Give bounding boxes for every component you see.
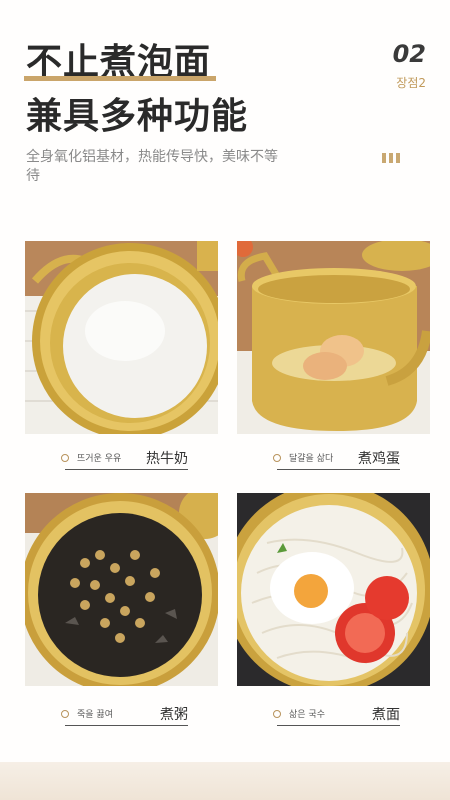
caption-korean: 삶은 국수 — [289, 710, 325, 720]
photo-hot-milk — [25, 241, 218, 434]
section-subtitle: 장점2 — [396, 76, 426, 90]
caption-korean: 죽을 끓여 — [77, 710, 113, 720]
bullet-icon — [273, 454, 281, 462]
caption-noodles: 삶은 국수 煮面 — [237, 702, 430, 728]
bullet-icon — [273, 710, 281, 718]
caption-korean: 뜨거운 우유 — [77, 454, 122, 464]
photo-boiled-eggs — [237, 241, 430, 434]
section-number: 02 — [392, 40, 426, 68]
caption-chinese: 煮鸡蛋 — [358, 451, 400, 467]
caption-underline — [65, 725, 188, 726]
bullet-icon — [61, 454, 69, 462]
caption-boiled-eggs: 달걀을 삶다 煮鸡蛋 — [237, 446, 430, 472]
headline-underline — [24, 76, 216, 81]
caption-underline — [277, 725, 400, 726]
caption-underline — [277, 469, 400, 470]
headline-line-2: 兼具多种功能 — [26, 96, 249, 137]
photo-noodles — [237, 493, 430, 686]
caption-chinese: 热牛奶 — [146, 451, 188, 467]
caption-porridge: 죽을 끓여 煮粥 — [25, 702, 218, 728]
photo-porridge — [25, 493, 218, 686]
bullet-icon — [61, 710, 69, 718]
caption-underline — [65, 469, 188, 470]
caption-chinese: 煮粥 — [160, 707, 188, 723]
description-text: 全身氧化铝基材，热能传导快，美味不等待 — [26, 149, 278, 184]
caption-chinese: 煮面 — [372, 707, 400, 723]
caption-hot-milk: 뜨거운 우유 热牛奶 — [25, 446, 218, 472]
bars-decoration-icon — [382, 153, 402, 163]
caption-korean: 달걀을 삶다 — [289, 454, 334, 464]
bottom-fade-strip — [0, 762, 450, 800]
